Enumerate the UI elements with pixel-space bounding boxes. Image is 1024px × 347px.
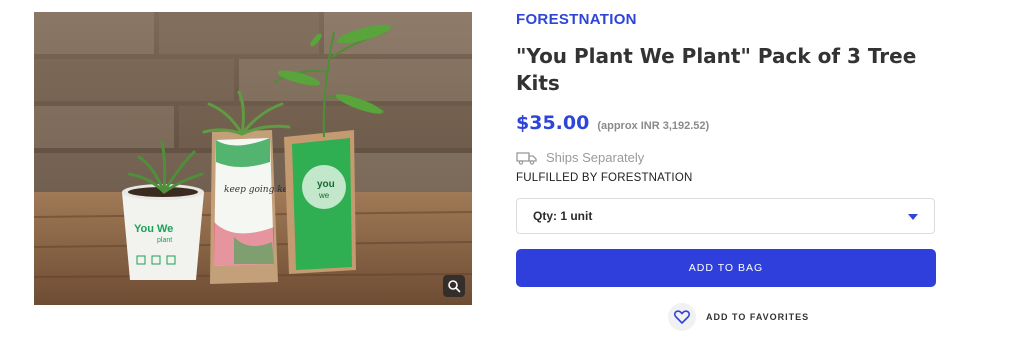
product-photo: You We plant keep going keep growing you… xyxy=(34,12,472,305)
add-to-bag-button[interactable]: ADD TO BAG xyxy=(516,249,936,287)
cup-text-plant: plant xyxy=(157,237,172,244)
add-to-favorites-label: ADD TO FAVORITES xyxy=(706,312,810,322)
favorite-circle xyxy=(668,303,696,331)
bag-right-text: you xyxy=(317,179,335,190)
zoom-icon xyxy=(448,280,461,293)
price-approx: (approx INR 3,192.52) xyxy=(597,120,710,132)
cup-text-we: We xyxy=(157,223,173,235)
add-to-favorites-button[interactable]: ADD TO FAVORITES xyxy=(668,303,809,331)
cup-text-you: You xyxy=(134,223,154,235)
caret-down-icon xyxy=(908,214,918,220)
fulfilled-by-text: FULFILLED BY FORESTNATION xyxy=(516,172,693,184)
quantity-value: Qty: 1 unit xyxy=(533,209,593,223)
bag-right-text-2: we xyxy=(318,191,330,200)
shipping-row: Ships Separately xyxy=(516,150,644,165)
ships-separately-text: Ships Separately xyxy=(546,150,645,165)
heart-icon xyxy=(674,310,690,324)
zoom-button[interactable] xyxy=(443,275,465,297)
truck-icon xyxy=(516,151,537,165)
brand-link[interactable]: FORESTNATION xyxy=(516,11,637,28)
quantity-select[interactable]: Qty: 1 unit xyxy=(516,198,935,234)
product-title: "You Plant We Plant" Pack of 3 Tree Kits xyxy=(516,44,917,95)
price: $35.00 xyxy=(516,112,590,134)
price-row: $35.00 (approx INR 3,192.52) xyxy=(516,112,709,134)
product-image[interactable]: You We plant keep going keep growing you… xyxy=(34,12,472,305)
